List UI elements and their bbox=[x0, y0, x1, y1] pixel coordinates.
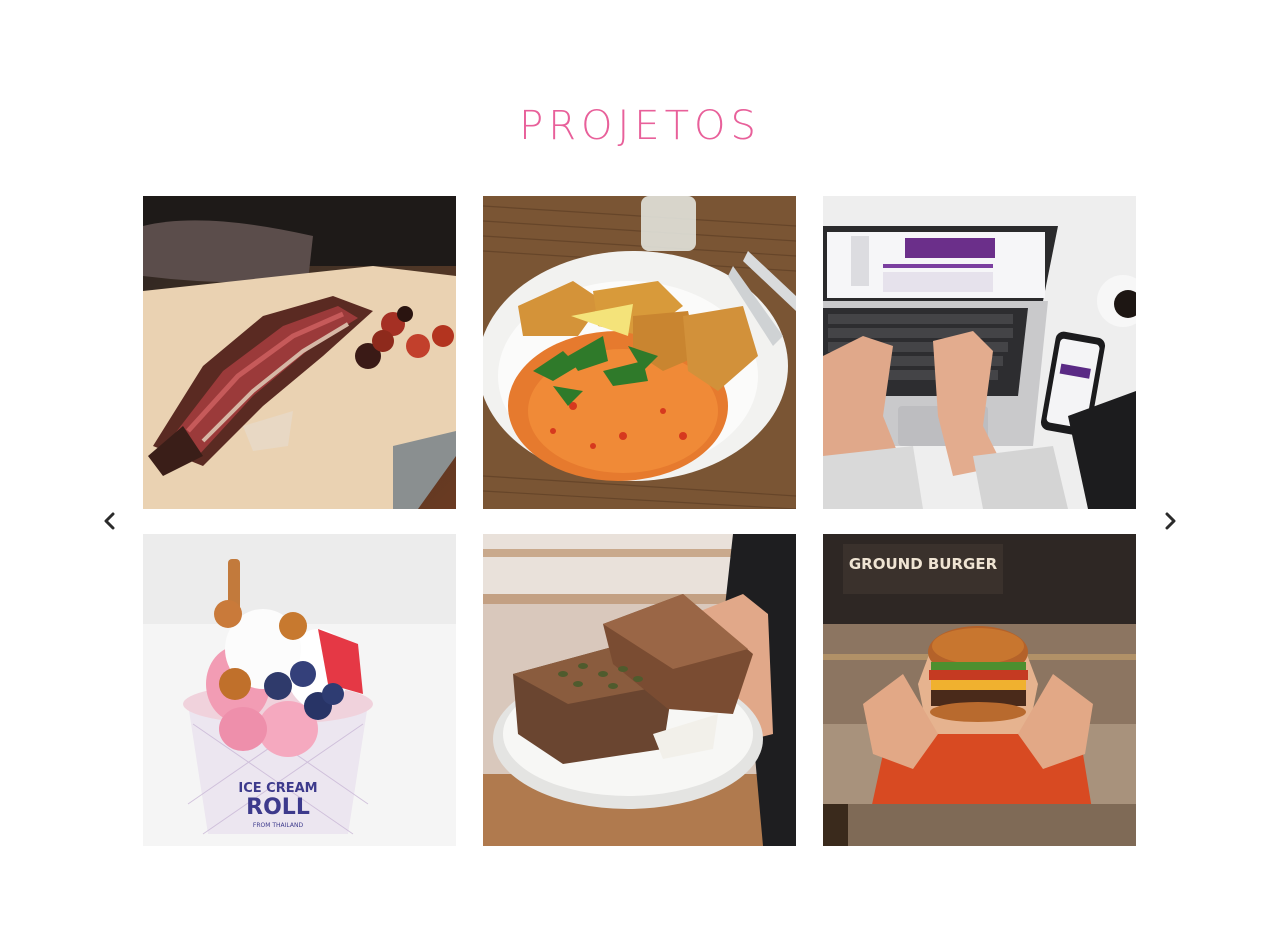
bread-plate-photo bbox=[483, 534, 796, 846]
chevron-right-icon bbox=[1165, 512, 1176, 530]
section-title: PROJETOS bbox=[519, 103, 761, 149]
laptop-typing-photo bbox=[823, 196, 1136, 509]
cup-text-thailand: FROM THAILAND bbox=[253, 822, 304, 829]
store-sign-text: GROUND BURGER bbox=[849, 555, 998, 573]
project-tile-laptop[interactable] bbox=[823, 196, 1136, 509]
project-tile-burger[interactable]: GROUND BURGER bbox=[823, 534, 1136, 846]
carousel-next-button[interactable] bbox=[1158, 509, 1182, 533]
cup-text-roll: ROLL bbox=[246, 795, 310, 820]
sliced-steak-photo bbox=[143, 196, 456, 509]
project-tile-ice-cream[interactable]: ICE CREAM ROLL FROM THAILAND bbox=[143, 534, 456, 846]
burger-photo: GROUND BURGER bbox=[823, 534, 1136, 846]
fried-fish-rice-photo bbox=[483, 196, 796, 509]
cup-text-ice-cream: ICE CREAM bbox=[238, 781, 317, 796]
projects-section: PROJETOS ICE CREAM ROLL FROM THAILAND GR… bbox=[0, 0, 1280, 947]
carousel-prev-button[interactable] bbox=[98, 509, 122, 533]
project-tile-fish-rice[interactable] bbox=[483, 196, 796, 509]
ice-cream-roll-photo: ICE CREAM ROLL FROM THAILAND bbox=[143, 534, 456, 846]
chevron-left-icon bbox=[104, 512, 115, 530]
project-tile-steak[interactable] bbox=[143, 196, 456, 509]
project-tile-bread[interactable] bbox=[483, 534, 796, 846]
projects-grid: ICE CREAM ROLL FROM THAILAND GROUND BURG… bbox=[143, 196, 1136, 846]
